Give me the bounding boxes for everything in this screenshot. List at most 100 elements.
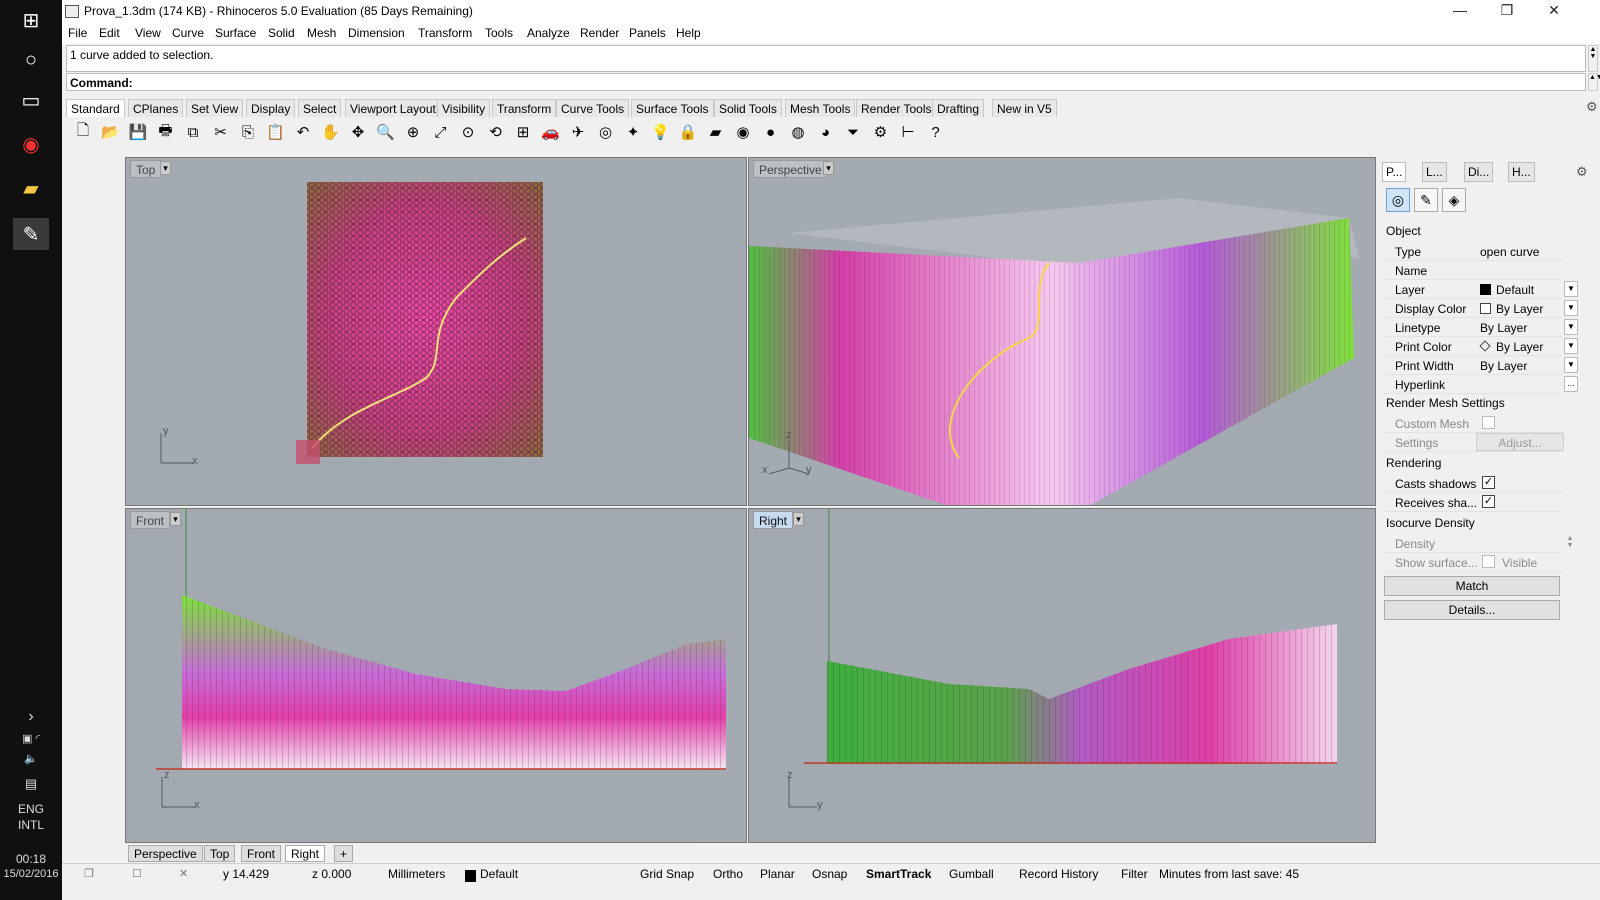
property-value[interactable]: By Layer <box>1480 321 1527 335</box>
panel-tab-help[interactable]: H... <box>1508 162 1535 182</box>
toggle-record-history[interactable]: Record History <box>1019 867 1098 881</box>
cortana-icon[interactable]: ○ <box>13 44 49 76</box>
property-value[interactable]: Default <box>1496 283 1534 297</box>
volume-icon[interactable]: 🔈 <box>9 752 53 765</box>
close-icon[interactable]: ✕ <box>179 867 188 880</box>
zoom-icon[interactable]: 🔍 <box>375 121 397 143</box>
viewport-perspective[interactable]: x y z Perspective ▾ <box>748 157 1376 506</box>
tab-select[interactable]: Select <box>298 99 342 117</box>
menu-surface[interactable]: Surface <box>215 26 256 40</box>
command-line[interactable]: Command: <box>66 73 1586 91</box>
menu-mesh[interactable]: Mesh <box>307 26 336 40</box>
tab-render-tools[interactable]: Render Tools <box>856 99 937 117</box>
chrome-icon[interactable]: ◉ <box>13 128 49 160</box>
layer-icon[interactable]: ▰ <box>705 121 727 143</box>
language-label[interactable]: ENG <box>9 802 53 816</box>
add-viewport-tab-button[interactable]: + <box>334 845 354 862</box>
history-scrollbar[interactable]: ▲ ▼ <box>1588 45 1598 72</box>
decal-properties-icon[interactable]: ◈ <box>1442 188 1466 212</box>
file-explorer-icon[interactable]: ▰ <box>13 172 49 204</box>
menu-tools[interactable]: Tools <box>485 26 513 40</box>
menu-help[interactable]: Help <box>676 26 701 40</box>
menu-panels[interactable]: Panels <box>629 26 666 40</box>
viewport-right[interactable]: y z Right ▾ <box>748 508 1376 843</box>
tab-solid-tools[interactable]: Solid Tools <box>714 99 782 117</box>
notifications-icon[interactable]: ▤ <box>9 776 53 792</box>
toggle-ortho[interactable]: Ortho <box>713 867 743 881</box>
menu-file[interactable]: File <box>68 26 87 40</box>
chevron-right-icon[interactable]: › <box>9 708 53 726</box>
material-properties-icon[interactable]: ✎ <box>1414 188 1438 212</box>
hyperlink-browse-button[interactable]: ... <box>1564 376 1578 392</box>
property-value[interactable]: By Layer <box>1480 359 1527 373</box>
pan-icon[interactable]: ✋ <box>320 121 342 143</box>
lock-icon[interactable]: 🔒 <box>677 121 699 143</box>
light-icon[interactable]: 💡 <box>650 121 672 143</box>
property-value[interactable]: open curve <box>1480 245 1539 259</box>
status-layer[interactable]: Default <box>480 867 518 881</box>
save-icon[interactable]: 💾 <box>127 121 149 143</box>
move-view-icon[interactable]: ✥ <box>347 121 369 143</box>
right-dropdown-icon[interactable]: ▾ <box>793 512 804 526</box>
plane-icon[interactable]: ✈ <box>567 121 589 143</box>
copy-icon[interactable]: ⎘ <box>237 121 259 143</box>
start-icon[interactable]: ⊞ <box>13 4 49 36</box>
perspective-dropdown-icon[interactable]: ▾ <box>823 161 834 175</box>
zoom-window-icon[interactable]: ⊕ <box>402 121 424 143</box>
tab-drafting[interactable]: Drafting <box>932 99 985 117</box>
toggle-smarttrack[interactable]: SmartTrack <box>866 867 931 881</box>
vptab-perspective[interactable]: Perspective <box>128 845 203 862</box>
print-icon[interactable]: 🖶 <box>155 121 177 143</box>
viewport-label-front[interactable]: Front <box>130 511 171 529</box>
menu-dimension[interactable]: Dimension <box>348 26 405 40</box>
panel-tab-properties[interactable]: P... <box>1382 162 1407 182</box>
cplane-icon[interactable]: ◎ <box>595 121 617 143</box>
menu-curve[interactable]: Curve <box>172 26 204 40</box>
top-dropdown-icon[interactable]: ▾ <box>160 161 171 175</box>
open-icon[interactable]: 📂 <box>100 121 122 143</box>
zoom-extents-icon[interactable]: ⤢ <box>430 121 452 143</box>
restore-icon[interactable]: ❐ <box>84 867 94 880</box>
import-icon[interactable]: ⧉ <box>182 121 204 143</box>
chevron-down-icon[interactable]: ▼ <box>1564 281 1578 297</box>
tab-viewport-layout[interactable]: Viewport Layout <box>345 99 441 117</box>
vptab-top[interactable]: Top <box>204 845 236 862</box>
density-spinner[interactable]: ▲ ▼ <box>1564 535 1576 551</box>
match-button[interactable]: Match <box>1384 576 1560 596</box>
menu-transform[interactable]: Transform <box>418 26 472 40</box>
status-units[interactable]: Millimeters <box>388 867 445 881</box>
tab-visibility[interactable]: Visibility <box>437 99 491 117</box>
new-icon[interactable]: 🗋 <box>72 121 94 143</box>
menu-render[interactable]: Render <box>580 26 619 40</box>
gear-icon[interactable]: ⚙ <box>870 121 892 143</box>
property-value[interactable]: By Layer <box>1496 302 1543 316</box>
tab-surface-tools[interactable]: Surface Tools <box>631 99 714 117</box>
vptab-front[interactable]: Front <box>241 845 282 862</box>
panel-tab-display[interactable]: Di... <box>1464 162 1494 182</box>
tab-transform[interactable]: Transform <box>492 99 557 117</box>
visible-checkbox[interactable] <box>1482 555 1495 568</box>
toggle-filter[interactable]: Filter <box>1121 867 1148 881</box>
toggle-gumball[interactable]: Gumball <box>949 867 994 881</box>
material-icon[interactable]: ● <box>760 121 782 143</box>
minimize-button[interactable]: — <box>1440 2 1480 22</box>
zoom-selected-icon[interactable]: ⊙ <box>457 121 479 143</box>
viewport-top[interactable]: x y Top ▾ <box>125 157 747 506</box>
toggle-osnap[interactable]: Osnap <box>812 867 847 881</box>
viewport-label-top[interactable]: Top <box>130 160 162 178</box>
panel-tab-layers[interactable]: L... <box>1422 162 1447 182</box>
front-dropdown-icon[interactable]: ▾ <box>170 512 181 526</box>
tab-set-view[interactable]: Set View <box>186 99 244 117</box>
vptab-right[interactable]: Right <box>285 845 326 862</box>
dimension-icon[interactable]: ⊢ <box>897 121 919 143</box>
undo-icon[interactable]: ↶ <box>292 121 314 143</box>
object-properties-icon[interactable]: ◎ <box>1386 188 1410 212</box>
adjust-button[interactable]: Adjust... <box>1476 433 1564 451</box>
snap-icon[interactable]: ✦ <box>622 121 644 143</box>
details-button[interactable]: Details... <box>1384 600 1560 620</box>
tab-mesh-tools[interactable]: Mesh Tools <box>785 99 856 117</box>
panel-settings-icon[interactable]: ⚙ <box>1576 164 1588 180</box>
close-button[interactable]: ✕ <box>1534 2 1574 22</box>
property-value[interactable]: By Layer <box>1496 340 1543 354</box>
toggle-grid-snap[interactable]: Grid Snap <box>640 867 694 881</box>
